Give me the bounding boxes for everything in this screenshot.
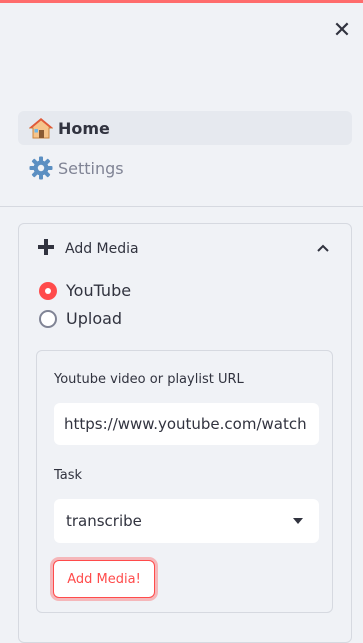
- nav-item-home-label: Home: [58, 118, 110, 138]
- chevron-up-icon: [315, 240, 331, 256]
- nav-item-settings[interactable]: Settings: [18, 151, 352, 185]
- top-accent-bar: [0, 0, 363, 3]
- add-media-expander-header[interactable]: Add Media: [19, 224, 351, 274]
- house-icon: [28, 117, 54, 139]
- task-field-label: Task: [54, 468, 83, 483]
- radio-unchecked-indicator: [39, 309, 57, 328]
- gear-icon: [28, 156, 54, 180]
- radio-youtube[interactable]: YouTube: [39, 281, 131, 300]
- sidebar-divider: [0, 206, 363, 207]
- plus-icon: [37, 237, 55, 261]
- close-icon: ✕: [332, 17, 352, 43]
- radio-upload[interactable]: Upload: [39, 309, 122, 328]
- task-select-value: transcribe: [66, 512, 142, 530]
- nav-item-home[interactable]: Home: [18, 111, 352, 145]
- nav-item-settings-label: Settings: [58, 158, 124, 178]
- radio-checked-indicator: [39, 281, 57, 300]
- radio-upload-label: Upload: [66, 309, 123, 328]
- url-field-label: Youtube video or playlist URL: [54, 372, 244, 387]
- add-media-button[interactable]: Add Media!: [53, 560, 155, 598]
- caret-down-icon: [293, 518, 303, 524]
- add-media-expander: Add Media YouTube Upload Youtube video o…: [18, 223, 352, 643]
- add-media-title: Add Media: [65, 241, 139, 257]
- url-input[interactable]: https://www.youtube.com/watch: [54, 403, 319, 445]
- add-media-button-label: Add Media!: [67, 571, 141, 587]
- radio-youtube-label: YouTube: [66, 281, 132, 300]
- close-sidebar-button[interactable]: ✕: [330, 17, 354, 43]
- add-media-form: Youtube video or playlist URL https://ww…: [36, 350, 333, 613]
- url-input-value: https://www.youtube.com/watch: [64, 415, 307, 433]
- task-select[interactable]: transcribe: [54, 499, 319, 543]
